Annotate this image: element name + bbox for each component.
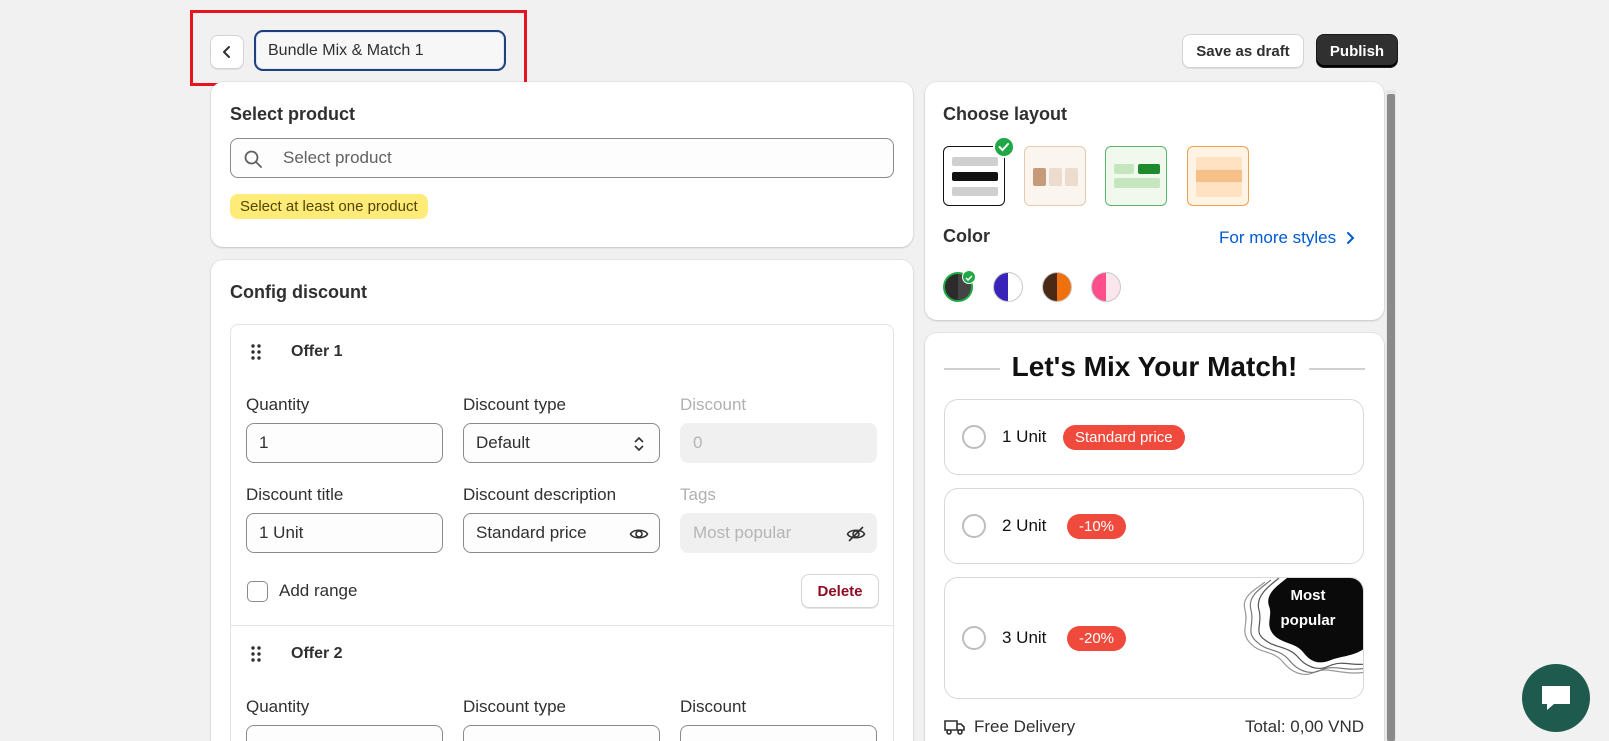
- choose-layout-card: Choose layout Color For more styles: [925, 82, 1384, 320]
- quantity-label: Quantity: [246, 395, 310, 414]
- color-label: Color: [943, 226, 990, 246]
- preview-card: Let's Mix Your Match! 1 Unit Standard pr…: [925, 333, 1384, 741]
- layout-option-4[interactable]: [1187, 146, 1249, 206]
- preview-heading: Let's Mix Your Match!: [1011, 351, 1298, 382]
- quantity-label: Quantity: [246, 697, 310, 716]
- delete-offer-button[interactable]: Delete: [801, 574, 879, 608]
- add-range-label: Add range: [279, 581, 358, 600]
- more-styles-link[interactable]: For more styles: [1219, 228, 1358, 248]
- truck-icon: [944, 720, 965, 735]
- discount-field[interactable]: [680, 725, 877, 741]
- tags-placeholder: Most popular: [693, 523, 792, 542]
- offer-1-title: Offer 1: [291, 343, 343, 360]
- chat-bubble-icon: [1542, 686, 1570, 710]
- ribbon-text-line2: popular: [1280, 612, 1336, 629]
- bundle-title-input[interactable]: [254, 30, 506, 71]
- color-swatch-purple[interactable]: [993, 272, 1023, 302]
- option-label: 3 Unit: [1002, 628, 1047, 647]
- free-delivery-label: Free Delivery: [974, 717, 1076, 736]
- chevron-right-icon: [1347, 232, 1355, 244]
- back-button[interactable]: [210, 35, 244, 69]
- config-discount-card: Config discount Offer 1 Quantity 1 Disco…: [211, 260, 913, 741]
- select-product-card: Select product Select at least one produ…: [211, 82, 913, 247]
- bundle-option-3[interactable]: 3 Unit -20% Most popular: [944, 577, 1364, 699]
- discount-label: Discount: [680, 395, 747, 414]
- free-delivery: Free Delivery: [944, 717, 1075, 737]
- eye-icon[interactable]: [629, 524, 649, 544]
- discount-title-label: Discount title: [246, 485, 344, 504]
- drag-handle-icon[interactable]: [249, 645, 263, 663]
- select-product-title: Select product: [230, 104, 356, 124]
- color-swatch-orange[interactable]: [1042, 272, 1072, 302]
- discount-label: Discount: [680, 697, 747, 716]
- discount-description-label: Discount description: [463, 485, 617, 504]
- top-bar: Save as draft Publish: [0, 0, 1609, 90]
- offer-1-block: Offer 1 Quantity 1 Discount type Default…: [230, 324, 894, 626]
- option-radio[interactable]: [962, 425, 986, 449]
- discount-description-value: Standard price: [476, 523, 587, 542]
- option-label: 2 Unit: [1002, 516, 1047, 535]
- choose-layout-title: Choose layout: [943, 104, 1068, 124]
- selected-color-check-icon: [962, 270, 976, 284]
- bundle-option-1[interactable]: 1 Unit Standard price: [944, 399, 1364, 475]
- option-badge: -10%: [1067, 514, 1127, 539]
- product-search-box[interactable]: [230, 138, 894, 178]
- discount-type-label: Discount type: [463, 395, 566, 414]
- more-styles-label: For more styles: [1219, 228, 1337, 247]
- select-arrows-icon: [634, 436, 644, 452]
- warning-badge: Select at least one product: [230, 194, 428, 219]
- discount-field: 0: [680, 423, 877, 463]
- option-radio[interactable]: [962, 626, 986, 650]
- offer-2-block: Offer 2 Quantity Discount type Discount: [230, 625, 894, 741]
- bundle-option-2[interactable]: 2 Unit -10%: [944, 488, 1364, 564]
- offer-2-title: Offer 2: [291, 645, 343, 662]
- publish-button[interactable]: Publish: [1316, 34, 1398, 68]
- quantity-field[interactable]: [246, 725, 443, 741]
- ribbon-text-line1: Most: [1290, 587, 1326, 604]
- discount-title-field[interactable]: 1 Unit: [246, 513, 443, 553]
- option-badge: -20%: [1067, 626, 1127, 651]
- config-discount-title: Config discount: [230, 282, 367, 302]
- eye-off-icon[interactable]: [846, 524, 866, 544]
- layout-option-3[interactable]: [1105, 146, 1167, 206]
- chevron-left-icon: [223, 46, 230, 58]
- add-range-checkbox[interactable]: [247, 581, 268, 602]
- product-search-input[interactable]: [283, 147, 863, 169]
- chat-button[interactable]: [1522, 664, 1590, 732]
- option-badge: Standard price: [1063, 425, 1185, 450]
- layout-option-2[interactable]: [1024, 146, 1086, 206]
- search-icon: [244, 150, 262, 168]
- discount-type-label: Discount type: [463, 697, 566, 716]
- discount-description-field[interactable]: Standard price: [463, 513, 660, 553]
- discount-type-select[interactable]: [463, 725, 660, 741]
- discount-type-select[interactable]: Default: [463, 423, 660, 463]
- option-label: 1 Unit: [1002, 427, 1047, 446]
- scrollbar-thumb[interactable]: [1387, 94, 1395, 741]
- quantity-field[interactable]: 1: [246, 423, 443, 463]
- tags-label: Tags: [680, 485, 716, 504]
- total-label: Total: 0,00 VND: [1244, 717, 1364, 736]
- option-radio[interactable]: [962, 514, 986, 538]
- tags-field: Most popular: [680, 513, 877, 553]
- drag-handle-icon[interactable]: [249, 343, 263, 361]
- color-swatch-pink[interactable]: [1091, 272, 1121, 302]
- selected-check-icon: [993, 136, 1015, 158]
- discount-type-value: Default: [476, 433, 530, 452]
- save-draft-button[interactable]: Save as draft: [1182, 34, 1304, 68]
